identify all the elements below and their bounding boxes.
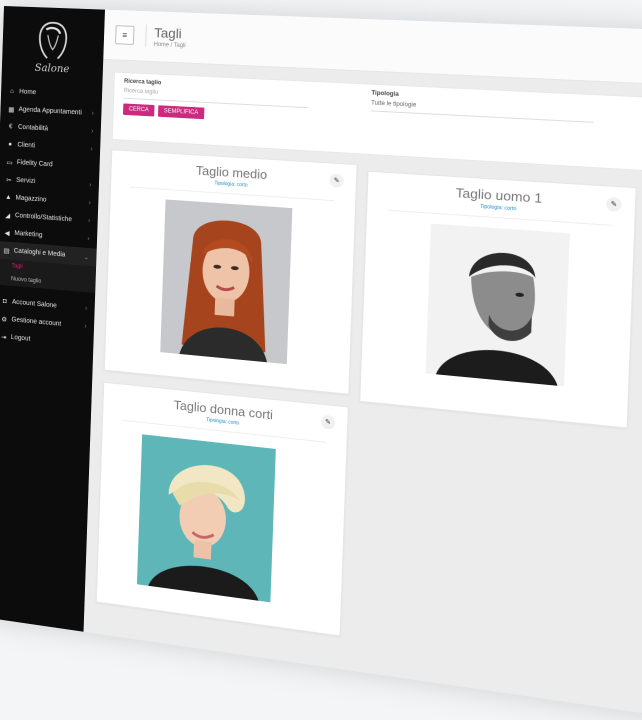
sidebar-item-label: Gestione account <box>11 316 62 328</box>
breadcrumb-current: Tagli <box>173 42 186 50</box>
chart-icon: ◢ <box>5 212 11 220</box>
sidebar-item-label: Clienti <box>17 141 36 150</box>
scissors-icon: ✂ <box>6 176 12 184</box>
sidebar-item-label: Servizi <box>16 177 36 185</box>
logout-icon: ⇥ <box>0 333 7 341</box>
sidebar-item-label: Marketing <box>14 230 43 239</box>
breadcrumb: Home / Tagli <box>153 41 186 50</box>
pencil-icon: ✎ <box>333 177 340 185</box>
man-short-hair-image <box>425 223 570 387</box>
salon-logo[interactable]: Salone <box>1 6 105 87</box>
app-window: Salone ⌂ Home ▦ Agenda Appuntamenti › € Cont… <box>0 6 642 720</box>
money-icon: € <box>8 123 13 131</box>
chevron-right-icon: › <box>87 235 90 243</box>
sidebar-item-label: Agenda Appuntamenti <box>18 106 82 117</box>
sidebar-item-label: Contabilità <box>17 124 49 133</box>
sidebar-item-label: Cataloghi e Media <box>13 247 66 259</box>
reset-button[interactable]: SEMPLIFICA <box>157 105 205 120</box>
chevron-right-icon: › <box>91 110 95 118</box>
page-title: Tagli <box>153 24 182 42</box>
menu-icon: ≡ <box>122 30 128 40</box>
sidebar-item-label: Home <box>19 88 37 97</box>
card-icon: ▭ <box>6 159 13 167</box>
main-content: ≡ Tagli Home / Tagli Ricerca taglio Rice… <box>84 9 642 720</box>
calendar-icon: ▦ <box>8 106 15 114</box>
account-icon: ◘ <box>2 298 7 305</box>
chevron-right-icon: › <box>89 181 92 189</box>
pencil-icon: ✎ <box>324 418 332 427</box>
search-button[interactable]: CERCA <box>122 103 155 117</box>
page-header: Tagli Home / Tagli <box>145 24 187 50</box>
sidebar-item-label: Controllo/Statistiche <box>14 212 73 224</box>
pencil-icon: ✎ <box>610 201 618 209</box>
user-icon: ● <box>8 141 13 148</box>
chevron-right-icon: › <box>84 323 87 331</box>
chevron-right-icon: › <box>84 305 88 313</box>
sidebar-item-label: Account Salone <box>11 298 57 310</box>
megaphone-icon: ◀ <box>4 229 10 237</box>
cut-photo <box>160 199 293 365</box>
sidebar-nav: ⌂ Home ▦ Agenda Appuntamenti › € Contabilità… <box>0 82 102 354</box>
chevron-right-icon: › <box>91 128 94 135</box>
blonde-pixie-woman-image <box>136 434 276 603</box>
cut-card[interactable]: Taglio donna corti Tipologia: corto ✎ <box>95 381 349 637</box>
chevron-right-icon: › <box>87 217 91 225</box>
chevron-down-icon: ⌄ <box>83 253 90 261</box>
cut-card[interactable]: Taglio uomo 1 Tipologia: corto ✎ <box>359 170 637 429</box>
sidebar-item-label: Magazzino <box>15 194 47 204</box>
sidebar-subitem-label: Tagli <box>11 263 23 270</box>
home-icon: ⌂ <box>9 88 14 95</box>
chevron-right-icon: › <box>90 146 93 153</box>
sidebar-item-label: Fidelity Card <box>16 159 53 169</box>
menu-toggle-button[interactable]: ≡ <box>115 25 135 45</box>
cut-photo <box>136 434 276 603</box>
woman-face-logo-icon <box>38 21 67 59</box>
gear-icon: ⚙ <box>1 316 8 324</box>
catalog-icon: ▤ <box>3 247 10 255</box>
breadcrumb-home-link[interactable]: Home <box>154 42 169 48</box>
logo-text: Salone <box>34 60 70 75</box>
box-icon: ▲ <box>5 194 12 202</box>
cut-photo <box>425 223 570 387</box>
cut-card[interactable]: Taglio medio Tipologia: corto ✎ <box>103 149 358 395</box>
sidebar-subitem-label: Nuovo taglio <box>10 276 42 285</box>
chevron-right-icon: › <box>88 199 91 207</box>
sidebar-item-label: Logout <box>10 334 31 343</box>
red-hair-woman-image <box>160 199 293 365</box>
